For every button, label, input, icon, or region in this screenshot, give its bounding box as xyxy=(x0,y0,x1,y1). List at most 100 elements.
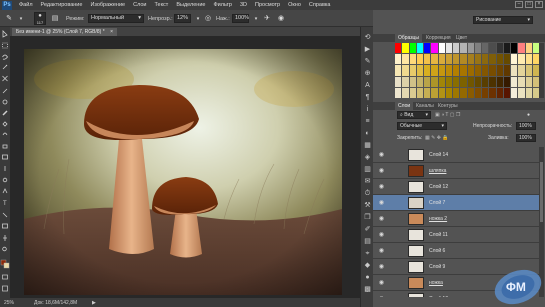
color-swatch[interactable] xyxy=(503,87,510,98)
color-swatch[interactable] xyxy=(431,76,438,87)
color-swatch[interactable] xyxy=(416,54,423,65)
color-swatch[interactable] xyxy=(511,87,518,98)
menu-view[interactable]: Просмотр xyxy=(251,2,284,8)
color-swatch[interactable] xyxy=(395,87,402,98)
paragraph-icon[interactable]: ¶ xyxy=(363,93,372,102)
close-icon[interactable]: × xyxy=(535,1,543,8)
color-swatch[interactable] xyxy=(489,54,496,65)
color-swatch[interactable] xyxy=(525,54,532,65)
color-swatch[interactable] xyxy=(402,87,409,98)
document-tab[interactable]: Без имени-1 @ 25% (Слой 7, RGB/8) * × xyxy=(12,28,117,36)
actions-icon[interactable]: ▶ xyxy=(363,45,372,54)
pressure-field[interactable]: 100% xyxy=(232,14,249,23)
color-swatch[interactable] xyxy=(409,65,416,76)
menu-edit[interactable]: Редактирование xyxy=(37,2,87,8)
brush-panel-icon[interactable]: ▤ xyxy=(50,14,60,24)
layer-filter-icons[interactable]: ▣ ◑ T ▢ ❐ xyxy=(435,111,460,119)
color-swatch[interactable] xyxy=(511,54,518,65)
timeline-icon[interactable]: ⏱ xyxy=(363,189,372,198)
color-swatch[interactable] xyxy=(438,76,445,87)
clone-source-icon[interactable]: ⊕ xyxy=(363,69,372,78)
visibility-eye-icon[interactable]: ◉ xyxy=(377,183,386,191)
color-swatch[interactable] xyxy=(503,65,510,76)
layer-row[interactable]: ◉ Слой 14 xyxy=(373,147,539,163)
color-swatch[interactable] xyxy=(416,76,423,87)
tab-layers[interactable]: Слои xyxy=(395,102,414,110)
color-swatch[interactable] xyxy=(460,43,467,54)
color-swatch[interactable] xyxy=(445,87,452,98)
color-swatch[interactable] xyxy=(453,65,460,76)
color-swatch[interactable] xyxy=(489,76,496,87)
mode-select[interactable]: Нормальный ▾ xyxy=(88,14,144,23)
color-swatch[interactable] xyxy=(445,65,452,76)
menu-help[interactable]: Справка xyxy=(305,2,335,8)
tool-icons[interactable]: T xyxy=(0,27,10,298)
brush-presets-icon[interactable]: ✎ xyxy=(363,57,372,66)
color-swatch[interactable] xyxy=(402,54,409,65)
layer-row[interactable]: ◉ Слой 12 xyxy=(373,179,539,195)
color-swatch[interactable] xyxy=(431,43,438,54)
airbrush-icon[interactable]: ✈ xyxy=(262,14,272,24)
menu-type[interactable]: Текст xyxy=(150,2,172,8)
color-swatch[interactable] xyxy=(518,43,525,54)
color-swatch[interactable] xyxy=(453,54,460,65)
color-swatch[interactable] xyxy=(402,76,409,87)
color-swatch[interactable] xyxy=(438,43,445,54)
close-tab-icon[interactable]: × xyxy=(110,29,113,35)
color-swatch[interactable] xyxy=(482,43,489,54)
layer-name[interactable]: ножка 2 xyxy=(429,216,447,222)
layer-name[interactable]: шляпка xyxy=(429,168,446,174)
color-swatch[interactable] xyxy=(474,87,481,98)
color-swatch[interactable] xyxy=(460,65,467,76)
visibility-eye-icon[interactable]: ◉ xyxy=(377,279,386,287)
color-swatch[interactable] xyxy=(409,76,416,87)
3d-icon[interactable]: ◆ xyxy=(363,261,372,270)
color-swatch[interactable] xyxy=(525,76,532,87)
mushroom-artwork[interactable] xyxy=(24,49,342,295)
color-swatch[interactable] xyxy=(503,76,510,87)
chevron-down-icon[interactable]: ▾ xyxy=(193,14,203,24)
color-swatch[interactable] xyxy=(482,87,489,98)
notes-icon[interactable]: ✉ xyxy=(363,177,372,186)
chevron-down-icon[interactable]: ▾ xyxy=(251,14,261,24)
color-swatch[interactable] xyxy=(489,87,496,98)
menu-file[interactable]: Файл xyxy=(15,2,37,8)
color-swatch[interactable] xyxy=(525,65,532,76)
tab-channels[interactable]: Каналы xyxy=(413,102,437,110)
styles-icon[interactable]: ▦ xyxy=(363,141,372,150)
visibility-eye-icon[interactable]: ◉ xyxy=(377,263,386,271)
tab-swatches[interactable]: Образцы xyxy=(395,34,423,42)
blend-mode-select[interactable]: Обычные ▾ xyxy=(397,122,447,130)
tab-color[interactable]: Цвет xyxy=(453,34,470,42)
color-swatch[interactable] xyxy=(445,54,452,65)
menu-filter[interactable]: Фильтр xyxy=(209,2,235,8)
tab-paths[interactable]: Контуры xyxy=(435,102,461,110)
workspace-select[interactable]: Рисование ▾ xyxy=(473,16,533,24)
color-swatch[interactable] xyxy=(409,43,416,54)
maximize-icon[interactable]: □ xyxy=(525,1,533,8)
layer-opacity-field[interactable]: 100% xyxy=(516,122,536,130)
info-icon[interactable]: i xyxy=(363,105,372,114)
visibility-eye-icon[interactable]: ◉ xyxy=(377,231,386,239)
color-swatch[interactable] xyxy=(525,87,532,98)
color-swatch[interactable] xyxy=(424,43,431,54)
color-swatch[interactable] xyxy=(402,65,409,76)
layer-kind-filter[interactable]: ⌕ Вид ▾ xyxy=(397,111,431,119)
color-swatch[interactable] xyxy=(416,87,423,98)
color-swatch[interactable] xyxy=(424,87,431,98)
color-swatch[interactable] xyxy=(467,43,474,54)
swatches-grid[interactable] xyxy=(395,43,539,98)
color-swatch[interactable] xyxy=(482,54,489,65)
lock-icons[interactable]: ▦ ✎ ✥ 🔒 xyxy=(425,134,449,142)
color-swatch[interactable] xyxy=(438,87,445,98)
menu-select[interactable]: Выделение xyxy=(172,2,209,8)
histogram-icon[interactable]: ▥ xyxy=(363,165,372,174)
color-swatch[interactable] xyxy=(496,76,503,87)
color-swatch[interactable] xyxy=(424,76,431,87)
color-swatch[interactable] xyxy=(431,87,438,98)
color-swatch[interactable] xyxy=(453,43,460,54)
layer-comps-icon[interactable]: ❐ xyxy=(363,213,372,222)
color-swatch[interactable] xyxy=(438,65,445,76)
color-swatch[interactable] xyxy=(467,76,474,87)
color-swatch[interactable] xyxy=(409,54,416,65)
